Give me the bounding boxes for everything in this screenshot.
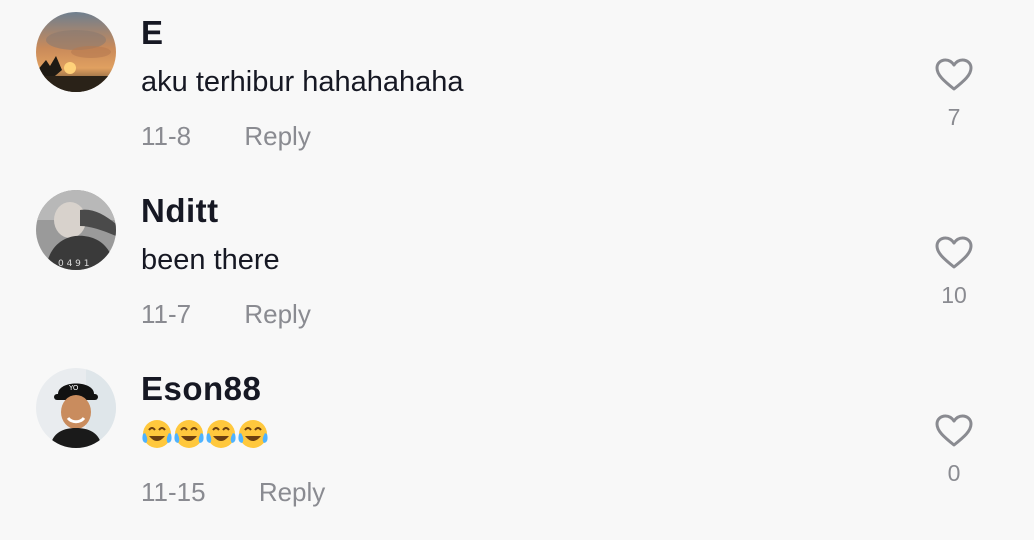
comment-item: E aku terhibur hahahahaha 11-8 Reply 7 xyxy=(0,0,1034,178)
username[interactable]: Nditt xyxy=(141,192,219,230)
comment-meta: 11-15 Reply xyxy=(141,477,325,508)
heart-icon xyxy=(935,58,973,91)
like-count: 7 xyxy=(947,104,961,130)
avatar[interactable]: 0 4 9 1 xyxy=(36,190,116,270)
reply-button[interactable]: Reply xyxy=(244,121,310,152)
comment-text: 😂😂😂😂 xyxy=(141,416,142,417)
like-count: 0 xyxy=(947,460,961,486)
comment-date: 11-15 xyxy=(141,477,206,507)
comment-item: YO Eson88 😂😂😂😂 xyxy=(0,356,1034,534)
comment-item: 0 4 9 1 Nditt been there 11-7 Reply 10 xyxy=(0,178,1034,356)
like-button[interactable]: 10 xyxy=(930,236,978,309)
avatar[interactable]: YO xyxy=(36,368,116,448)
person-avatar-icon: 0 4 9 1 xyxy=(36,190,116,270)
comment-list: E aku terhibur hahahahaha 11-8 Reply 7 0… xyxy=(0,0,1034,540)
smiling-man-avatar-icon: YO xyxy=(36,368,116,448)
heart-icon xyxy=(935,414,973,447)
tears-of-joy-emoji-icon xyxy=(142,420,268,448)
reply-button[interactable]: Reply xyxy=(244,299,310,330)
like-count: 10 xyxy=(941,282,967,308)
comment-meta: 11-8 Reply xyxy=(141,121,311,152)
comment-text: been there xyxy=(141,244,280,276)
comment-meta: 11-7 Reply xyxy=(141,299,311,330)
like-button[interactable]: 0 xyxy=(930,414,978,487)
comment-date: 11-7 xyxy=(141,299,192,329)
comment-emoji-text: 😂😂😂😂 xyxy=(141,416,271,460)
heart-icon xyxy=(935,236,973,269)
comment-date: 11-8 xyxy=(141,121,192,151)
svg-text:YO: YO xyxy=(68,384,79,392)
like-button[interactable]: 7 xyxy=(930,58,978,131)
username[interactable]: Eson88 xyxy=(141,370,261,408)
svg-text:0 4 9 1: 0 4 9 1 xyxy=(58,259,90,269)
avatar[interactable] xyxy=(36,12,116,92)
comment-text: aku terhibur hahahahaha xyxy=(141,66,464,98)
sunset-avatar-icon xyxy=(36,12,116,92)
username[interactable]: E xyxy=(141,14,164,52)
reply-button[interactable]: Reply xyxy=(259,477,325,508)
